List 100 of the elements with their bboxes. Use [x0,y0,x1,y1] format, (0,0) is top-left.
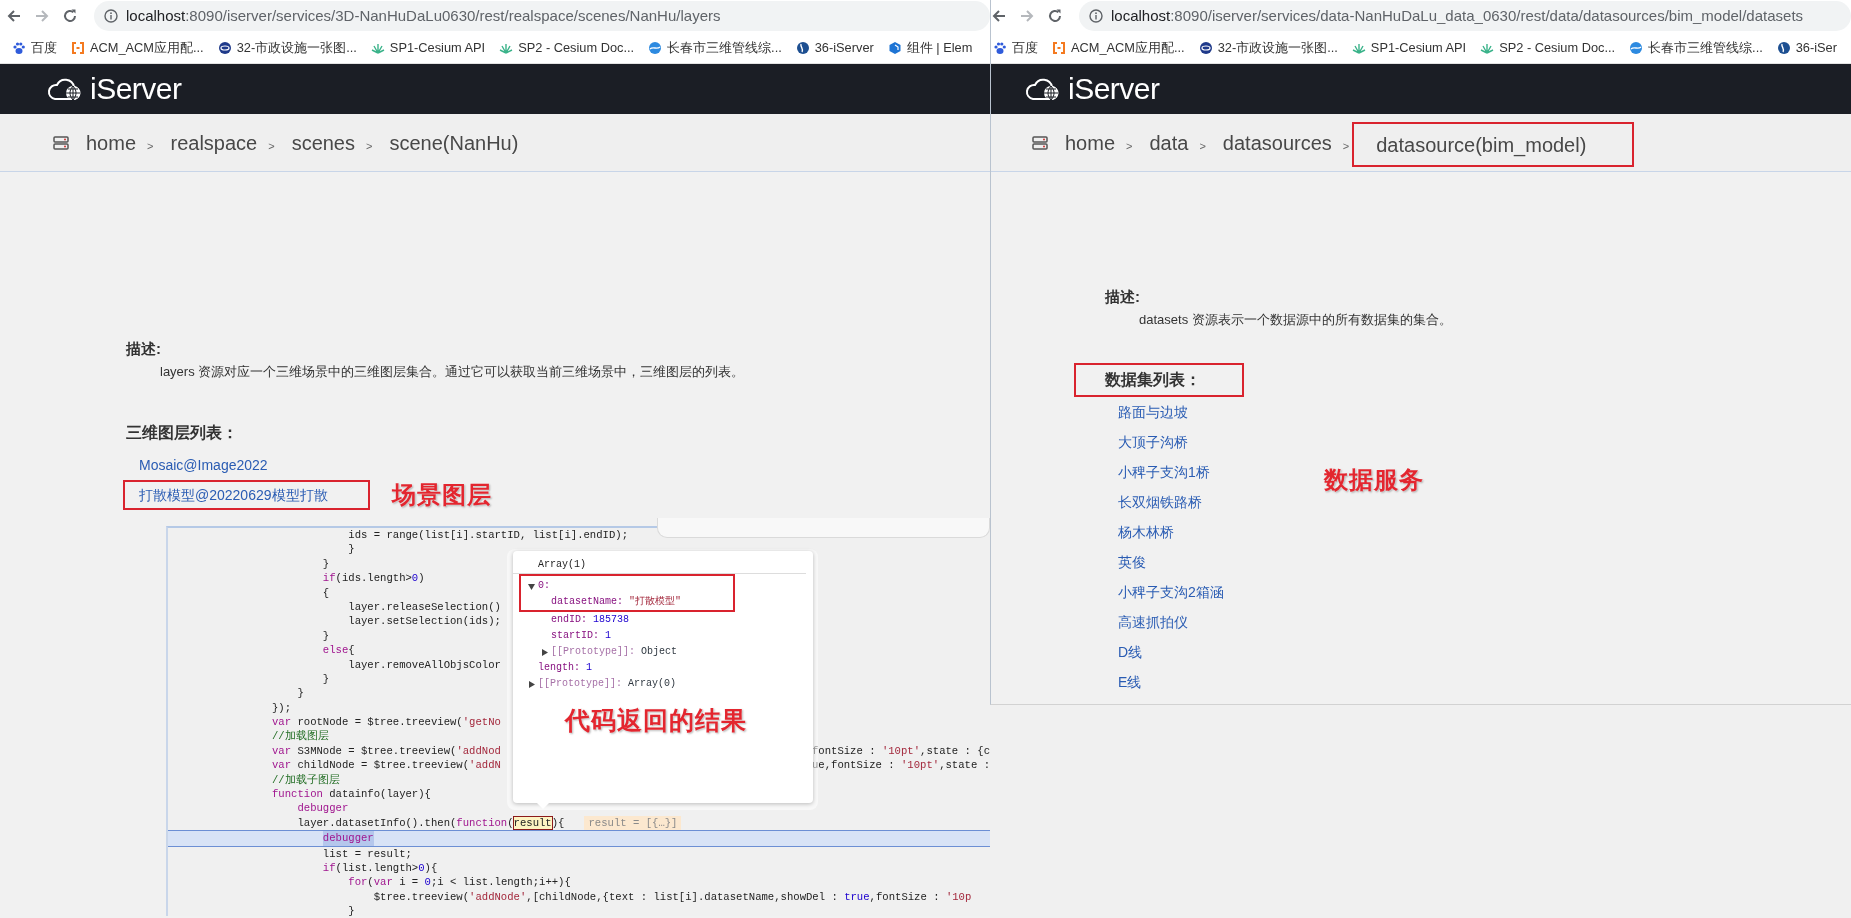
back-icon[interactable] [991,8,1007,24]
property-text: 0: [538,579,550,593]
breadcrumb-link[interactable]: realspace [170,127,258,158]
bookmark[interactable]: 百度 [993,37,1038,58]
bookmark[interactable]: SP2 - Cesium Doc... [1480,37,1616,58]
breadcrumb-link[interactable]: datasources [1222,127,1332,158]
code-line: var childNode = $tree.treeview('addN [272,758,501,773]
breadcrumb-separator: > [147,138,154,154]
annotation-label: 数据服务 [1324,466,1424,494]
property-text: startID: 1 [551,629,612,643]
list-link[interactable]: 路面与边坡 [1102,397,1190,427]
property-text: [[Prototype]]: Object [551,645,678,659]
globe-icon [648,40,663,55]
expanded-arrow-icon[interactable] [528,582,535,590]
inline-value: result = [{…}] [584,815,682,831]
url-text: localhost:8090/iserver/services/data-NanHuDaLu_data_0630/rest/data/datasources/bim_model/datasets [1111,5,1804,26]
code-line: } [348,904,355,918]
back-icon[interactable] [6,8,22,24]
code-line: } [322,671,330,687]
bookmark[interactable]: 百度 [12,37,57,58]
url-text: localhost:8090/iserver/services/3D-NanHuDaLu0630/rest/realspace/scenes/NanHu/layers [126,5,721,26]
list-link[interactable]: Mosaic@Image2022 [123,450,270,480]
logo-text: iServer [1068,74,1160,104]
list-link[interactable]: 小稗子支沟1桥 [1102,457,1212,487]
ring-icon [217,40,232,55]
list-link[interactable]: 高速抓拍仪 [1102,607,1190,637]
breadcrumb-link[interactable]: datasource(bim_model) [1352,122,1635,167]
section-heading: 描述: [1105,287,1141,307]
list-link[interactable]: D线 [1102,637,1145,667]
bookmark[interactable]: 32-市政设施一张图... [1198,37,1338,58]
property-text: [[Prototype]]: Array(0) [538,677,677,691]
address-bar[interactable]: localhost:8090/iserver/services/data-NanHuDaLu_data_0630/rest/data/datasources/bim_model/datasets [1079,1,1851,31]
bookmark[interactable]: SP1-Cesium API [370,37,486,58]
description-text: datasets 资源表示一个数据源中的所有数据集的集合。 [1138,311,1453,329]
info-icon [1089,9,1103,23]
code-line: debugger [297,801,349,816]
breadcrumb-separator: > [1199,138,1206,154]
code-line: ue,fontSize : '10pt',state : [811,758,990,773]
breadcrumb-link[interactable]: home [86,127,137,158]
logo-text: iServer [90,74,182,104]
code-line: } [348,542,355,557]
code-line: var rootNode = $tree.treeview('getNo [272,715,501,730]
list-link[interactable]: E线 [1102,667,1144,697]
code-line: layer.setSelection(ids); [348,614,501,629]
list-link[interactable]: 大顶子沟桥 [1102,427,1190,457]
code-line: if(list.length>0){ [322,861,438,876]
code-line: //加载图层 [272,729,329,744]
disc-icon [795,40,810,55]
list-heading: 三维图层列表： [125,423,239,443]
reload-icon[interactable] [1047,8,1063,24]
list-link[interactable]: 打散模型@20220629模型打散 [123,480,370,510]
disc-icon [1776,40,1791,55]
list-link[interactable]: 小稗子支沟2箱涵 [1102,577,1226,607]
address-bar[interactable]: localhost:8090/iserver/services/3D-NanHuDaLu0630/rest/realspace/scenes/NanHu/layers [94,1,990,31]
list-heading: 数据集列表： [1074,363,1244,397]
bookmark[interactable]: 32-市政设施一张图... [217,37,357,58]
code-line: { [322,585,330,600]
hexagon-icon [887,40,902,55]
bookmark[interactable]: ACM_ACM应用配... [71,37,204,58]
bookmark[interactable]: SP2 - Cesium Doc... [499,37,635,58]
globe-icon [1629,40,1644,55]
collapsed-arrow-icon[interactable] [528,680,535,688]
collapsed-arrow-icon[interactable] [541,648,548,656]
code-line: }); [272,700,292,716]
breadcrumb-separator: > [1342,138,1350,154]
bookmark[interactable]: 组件 | Elem [887,37,973,58]
breadcrumb-link[interactable]: scene(NanHu) [389,127,519,158]
bookmark[interactable]: SP1-Cesium API [1351,37,1467,58]
bookmark[interactable]: 长春市三维管线综... [1629,37,1763,58]
bookmark[interactable]: 长春市三维管线综... [648,37,782,58]
list-link[interactable]: 长双烟铁路桥 [1102,487,1204,517]
server-icon [53,135,69,150]
property-text: length: 1 [538,661,593,675]
code-line: else{ [322,643,355,658]
annotation-label: 场景图层 [392,481,492,509]
annotation-label: 代码返回的结果 [565,709,747,737]
paw-icon [12,40,26,55]
list-link[interactable]: 杨木林桥 [1102,517,1176,547]
code-line: var S3MNode = $tree.treeview('addNod [272,743,501,759]
bracket-icon [1052,40,1066,55]
section-heading: 描述: [126,339,162,359]
paw-icon [993,40,1007,55]
bookmark[interactable]: 36-iServer [795,37,874,58]
code-line: fontSize : '10pt',state : {c [811,743,990,759]
bracket-icon [71,40,85,55]
code-line: } [322,628,330,644]
code-line: layer.removeAllObjsColor [348,657,501,672]
code-line: } [297,686,304,701]
bookmark[interactable]: ACM_ACM应用配... [1052,37,1185,58]
breadcrumb-link[interactable]: home [1065,127,1116,158]
breadcrumb-link[interactable]: scenes [291,127,355,158]
description-text: layers 资源对应一个三维场景中的三维图层集合。通过它可以获取当前三维场景中，三维图层的列表。 [159,363,746,381]
property-text: endID: 185738 [551,613,630,627]
list-link[interactable]: 英俊 [1102,547,1148,577]
bookmark[interactable]: 36-iSer [1776,37,1837,58]
reload-icon[interactable] [62,8,78,24]
breadcrumb-separator: > [1126,138,1133,154]
breadcrumb-link[interactable]: data [1149,127,1189,158]
breadcrumb-separator: > [268,138,275,154]
code-line: ids = range(list[i].startID, list[i].endID); [348,528,628,543]
